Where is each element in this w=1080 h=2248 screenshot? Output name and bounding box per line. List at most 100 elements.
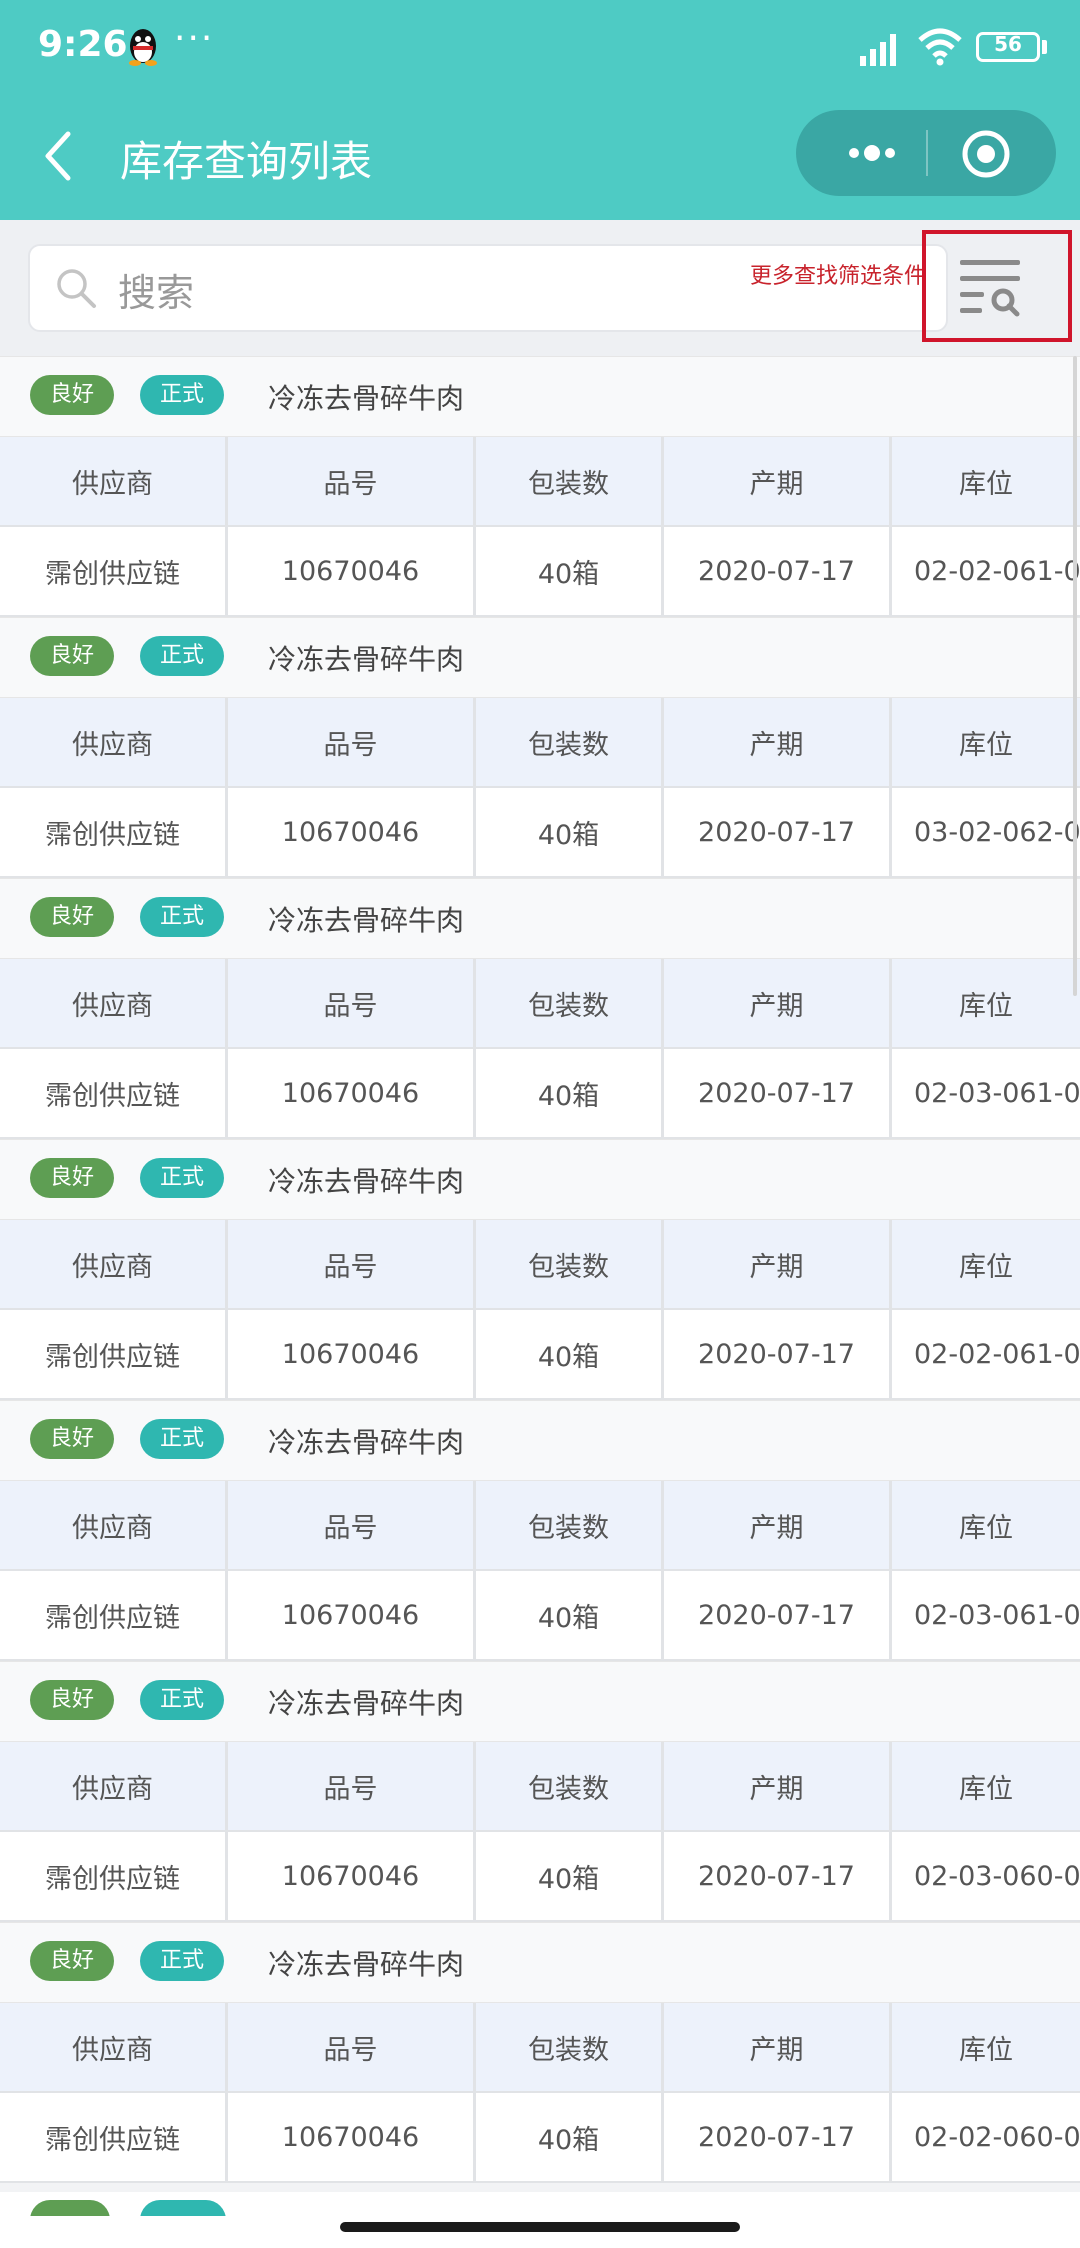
inventory-card[interactable]: 良好 正式 冷冻去骨碎牛肉 供应商 品号 包装数 产期 库位 霈创供应链 10670046 40箱 2… [0,1661,1080,1922]
card-header: 良好 正式 冷冻去骨碎牛肉 [0,1661,1080,1742]
table-row[interactable]: 霈创供应链 10670046 40箱 2020-07-17 02-03-060-01 [0,1832,1080,1922]
cell-item-no: 10670046 [228,1571,476,1659]
nav-bar: 库存查询列表 [0,96,1080,220]
table-header-row: 供应商 品号 包装数 产期 库位 [0,1220,1080,1310]
column-header-supplier: 供应商 [0,2003,228,2091]
inventory-card[interactable]: 良好 正式 冷冻去骨碎牛肉 供应商 品号 包装数 产期 库位 霈创供应链 10670046 40箱 2… [0,356,1080,617]
column-header-item-no: 品号 [228,1742,476,1830]
column-header-supplier: 供应商 [0,698,228,786]
column-header-location: 库位 [959,468,1013,500]
table-header-row: 供应商 品号 包装数 产期 库位 [0,959,1080,1049]
product-name: 冷冻去骨碎牛肉 [268,643,465,676]
product-name: 冷冻去骨碎牛肉 [268,1948,465,1981]
column-header-item-no: 品号 [228,437,476,525]
cell-production-date: 2020-07-17 [664,2093,892,2181]
status-dots: ··· [174,18,215,59]
column-header-supplier: 供应商 [0,1481,228,1569]
table-row[interactable]: 霈创供应链 10670046 40箱 2020-07-17 02-02-061-05 [0,1310,1080,1400]
partial-next-card [0,2192,1080,2248]
cell-item-no: 10670046 [228,1310,476,1398]
cell-production-date: 2020-07-17 [664,1049,892,1137]
capsule-divider [926,130,928,176]
cell-supplier: 霈创供应链 [0,1571,228,1659]
quality-badge: 良好 [30,1419,115,1459]
search-bar: 搜索 更多查找筛选条件 [0,220,1080,356]
inventory-card[interactable]: 良好 正式 冷冻去骨碎牛肉 供应商 品号 包装数 产期 库位 霈创供应链 10670046 40箱 2… [0,1139,1080,1400]
quality-badge: 良好 [30,1158,115,1198]
cell-location: 02-03-061-05 [914,1599,1080,1631]
product-name: 冷冻去骨碎牛肉 [268,1165,465,1198]
card-header: 良好 正式 冷冻去骨碎牛肉 [0,1922,1080,2003]
cell-supplier: 霈创供应链 [0,1832,228,1920]
cell-supplier: 霈创供应链 [0,1310,228,1398]
inventory-card[interactable]: 良好 正式 冷冻去骨碎牛肉 供应商 品号 包装数 产期 库位 霈创供应链 10670046 40箱 2… [0,1400,1080,1661]
filter-search-icon [960,260,1020,317]
column-header-packages: 包装数 [476,1481,664,1569]
column-header-item-no: 品号 [228,1220,476,1308]
table-row[interactable]: 霈创供应链 10670046 40箱 2020-07-17 03-02-062-03 [0,788,1080,878]
status-badge: 正式 [140,1941,225,1981]
home-indicator[interactable] [340,2222,740,2232]
column-header-supplier: 供应商 [0,437,228,525]
close-target-icon[interactable] [960,128,1012,180]
status-badge: 正式 [140,375,225,415]
product-name: 冷冻去骨碎牛肉 [268,904,465,937]
table-row[interactable]: 霈创供应链 10670046 40箱 2020-07-17 02-03-061-05 [0,1571,1080,1661]
page-title: 库存查询列表 [120,137,373,186]
cell-production-date: 2020-07-17 [664,1571,892,1659]
inventory-card[interactable]: 良好 正式 冷冻去骨碎牛肉供应商 品号 包装数 产期 库位 霈创供应链 10670046 40箱 2… [0,617,1080,878]
status-bar: 9:26 ··· 56 [0,0,1080,96]
quality-badge: 良好 [30,1941,115,1981]
cell-item-no: 10670046 [228,1049,476,1137]
table-header-row: 供应商 品号 包装数 产期 库位 [0,698,1080,788]
signal-icon [860,34,896,66]
cell-item-no: 10670046 [228,1832,476,1920]
inventory-list[interactable]: 良好 正式 冷冻去骨碎牛肉 供应商 品号 包装数 产期 库位 霈创供应链 10670046 40箱 2… [0,356,1080,2192]
column-header-packages: 包装数 [476,959,664,1047]
column-header-supplier: 供应商 [0,959,228,1047]
column-header-location: 库位 [959,729,1013,761]
filter-button[interactable] [922,230,1072,342]
cell-supplier: 霈创供应链 [0,527,228,615]
column-header-packages: 包装数 [476,1742,664,1830]
mini-program-capsule [796,110,1056,196]
table-row[interactable]: 霈创供应链 10670046 40箱 2020-07-17 02-02-060-04 [0,2093,1080,2183]
cell-packages: 40箱 [476,1832,664,1920]
column-header-location: 库位 [959,1251,1013,1283]
table-header-row: 供应商 品号 包装数 产期 库位 [0,2003,1080,2093]
card-header: 良好 正式 冷冻去骨碎牛肉 [0,356,1080,437]
product-name: 冷冻去骨碎牛肉 [268,1426,465,1459]
status-time: 9:26 [38,24,128,65]
cell-location: 02-03-060-01 [914,1860,1080,1892]
inventory-card[interactable]: 良好 正式 冷冻去骨碎牛肉 供应商 品号 包装数 产期 库位 霈创供应链 10670046 40箱 2… [0,878,1080,1139]
cell-item-no: 10670046 [228,788,476,876]
column-header-location: 库位 [959,2034,1013,2066]
quality-badge: 良好 [30,375,115,415]
qq-icon [129,29,157,66]
more-icon[interactable] [832,130,912,176]
column-header-packages: 包装数 [476,2003,664,2091]
cell-item-no: 10670046 [228,527,476,615]
column-header-production-date: 产期 [664,1742,892,1830]
card-header: 良好 正式 冷冻去骨碎牛肉 [0,878,1080,959]
column-header-location: 库位 [959,1512,1013,1544]
column-header-supplier: 供应商 [0,1220,228,1308]
status-badge: 正式 [140,1419,225,1459]
cell-location: 02-02-061-04 [914,555,1080,587]
table-row[interactable]: 霈创供应链 10670046 40箱 2020-07-17 02-03-061-04 [0,1049,1080,1139]
quality-badge: 良好 [30,636,115,676]
cell-location: 02-02-060-04 [914,2121,1080,2153]
back-icon[interactable] [40,128,76,184]
cell-location: 03-02-062-03 [914,816,1080,848]
column-header-item-no: 品号 [228,698,476,786]
status-badge: 正式 [140,636,225,676]
inventory-card[interactable]: 良好 正式 冷冻去骨碎牛肉 供应商 品号 包装数 产期 库位 霈创供应链 10670046 40箱 2… [0,1922,1080,2183]
column-header-packages: 包装数 [476,1220,664,1308]
column-header-production-date: 产期 [664,1481,892,1569]
column-header-location: 库位 [959,990,1013,1022]
table-header-row: 供应商 品号 包装数 产期 库位 [0,1481,1080,1571]
table-header-row: 供应商 品号 包装数 产期 库位 [0,437,1080,527]
table-row[interactable]: 霈创供应链 10670046 40箱 2020-07-17 02-02-061-04 [0,527,1080,617]
scrollbar[interactable] [1073,356,1077,996]
cell-packages: 40箱 [476,788,664,876]
